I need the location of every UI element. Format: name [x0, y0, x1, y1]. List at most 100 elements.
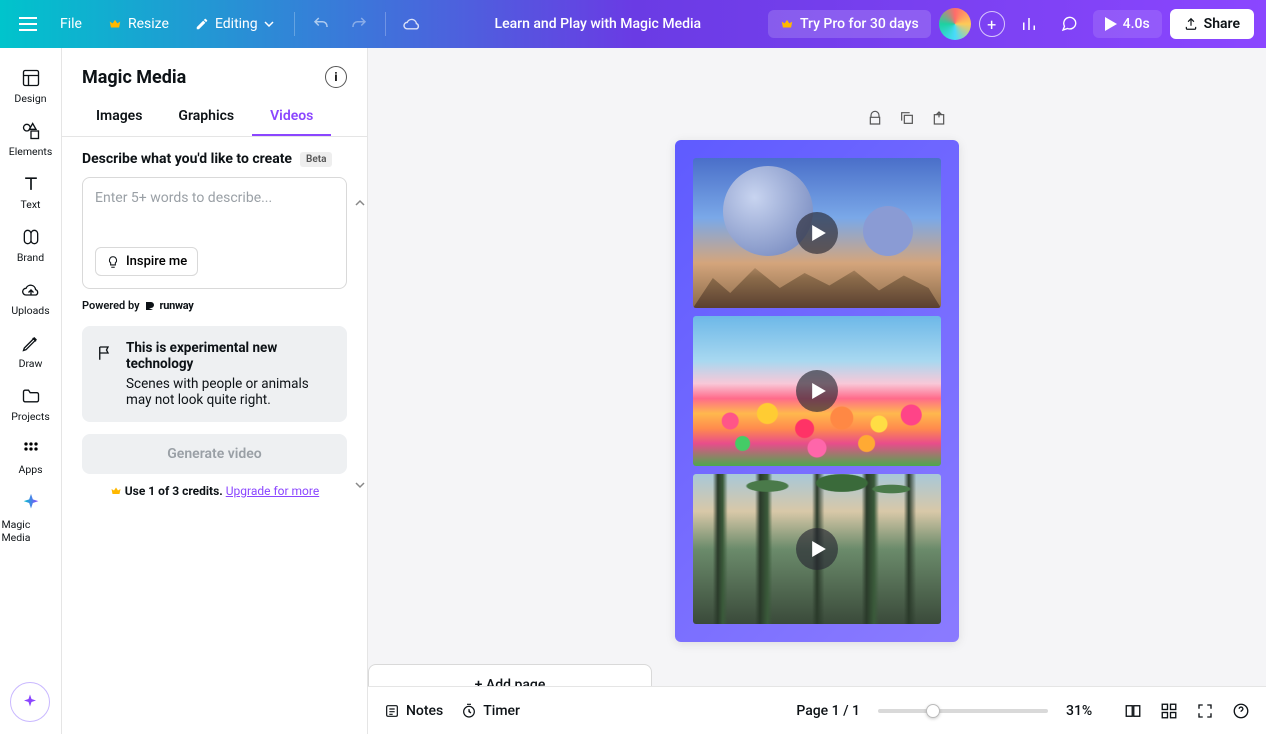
add-page-above-button[interactable] [931, 110, 947, 126]
runway-label: runway [160, 299, 194, 312]
zoom-slider[interactable] [878, 709, 1048, 713]
magic-assistant-button[interactable] [10, 682, 50, 722]
add-member-button[interactable]: + [979, 11, 1005, 37]
notes-button[interactable]: Notes [384, 703, 443, 719]
experimental-notice: This is experimental new technology Scen… [82, 326, 347, 422]
help-icon [1232, 702, 1250, 720]
powered-by: Powered by runway [82, 299, 347, 312]
play-overlay[interactable] [796, 212, 838, 254]
tab-videos[interactable]: Videos [252, 98, 331, 136]
scroll-down-icon[interactable] [355, 480, 365, 490]
rail-apps[interactable]: Apps [2, 431, 60, 484]
hamburger-icon [19, 17, 37, 31]
analytics-button[interactable] [1013, 8, 1045, 40]
crown-icon [110, 485, 122, 497]
sparkle-icon [20, 492, 42, 514]
share-button[interactable]: Share [1170, 9, 1254, 39]
cloud-sync-button[interactable] [396, 8, 428, 40]
editing-label: Editing [215, 16, 258, 32]
prompt-container: Inspire me [82, 177, 347, 289]
crown-icon [780, 17, 794, 31]
scroll-up-icon[interactable] [355, 198, 365, 208]
main-menu-button[interactable] [12, 8, 44, 40]
video-thumbnail-1[interactable] [693, 158, 941, 308]
zoom-slider-thumb[interactable] [926, 704, 940, 718]
user-avatar[interactable] [939, 8, 971, 40]
panel-tabs: Images Graphics Videos [62, 98, 367, 137]
flag-icon [96, 344, 114, 362]
fullscreen-button[interactable] [1196, 702, 1214, 720]
tab-graphics[interactable]: Graphics [160, 98, 252, 136]
bottom-bar-left: Notes Timer [384, 703, 520, 719]
page-indicator[interactable]: Page 1 / 1 [796, 703, 860, 719]
timer-icon [461, 703, 477, 719]
video-thumbnail-3[interactable] [693, 474, 941, 624]
pages-icon [1124, 702, 1142, 720]
redo-icon [350, 15, 368, 33]
panel-body: Describe what you'd like to create Beta … [62, 137, 367, 734]
rail-projects[interactable]: Projects [2, 378, 60, 431]
notes-icon [384, 703, 400, 719]
editing-mode-button[interactable]: Editing [185, 10, 284, 38]
share-label: Share [1204, 16, 1240, 32]
magic-media-panel: Magic Media i Images Graphics Videos Des… [62, 48, 368, 734]
grid-view-button[interactable] [1124, 702, 1142, 720]
cloud-upload-icon [21, 280, 41, 300]
video-thumbnail-2[interactable] [693, 316, 941, 466]
page-toolbar [675, 100, 959, 136]
grid-icon [21, 439, 41, 459]
notice-body: Scenes with people or animals may not lo… [126, 376, 333, 408]
upgrade-link[interactable]: Upgrade for more [226, 484, 319, 498]
rail-elements[interactable]: Elements [2, 113, 60, 166]
brand-icon [21, 227, 41, 247]
topbar-left: File Resize Editing [12, 8, 428, 40]
generate-video-button[interactable]: Generate video [82, 434, 347, 474]
describe-label: Describe what you'd like to create Beta [82, 151, 347, 167]
tab-images[interactable]: Images [78, 98, 160, 136]
preview-play-button[interactable]: 4.0s [1093, 10, 1162, 38]
pencil-icon [195, 17, 209, 31]
play-icon [1105, 17, 1117, 31]
rail-design[interactable]: Design [2, 60, 60, 113]
rail-brand-label: Brand [17, 251, 44, 264]
prompt-input[interactable] [95, 190, 334, 222]
panel-title: Magic Media [82, 67, 186, 88]
main-area: Design Elements Text Brand Uploads Draw … [0, 48, 1266, 734]
canvas-scroll[interactable]: + Add page [368, 48, 1266, 686]
undo-button[interactable] [305, 8, 337, 40]
comment-button[interactable] [1053, 8, 1085, 40]
inspire-me-button[interactable]: Inspire me [95, 247, 198, 276]
fullscreen-icon [1196, 702, 1214, 720]
redo-button[interactable] [343, 8, 375, 40]
comment-icon [1060, 15, 1078, 33]
play-overlay[interactable] [796, 370, 838, 412]
project-title[interactable]: Learn and Play with Magic Media [428, 16, 768, 32]
describe-text: Describe what you'd like to create [82, 151, 292, 167]
help-button[interactable] [1232, 702, 1250, 720]
shapes-icon [21, 121, 41, 141]
rail-design-label: Design [14, 92, 46, 105]
rail-brand[interactable]: Brand [2, 219, 60, 272]
try-pro-button[interactable]: Try Pro for 30 days [768, 10, 931, 38]
design-page[interactable] [675, 140, 959, 642]
duplicate-page-button[interactable] [899, 110, 915, 126]
undo-icon [312, 15, 330, 33]
panel-header: Magic Media i [62, 48, 367, 98]
rail-magic-media[interactable]: Magic Media [2, 484, 60, 552]
info-button[interactable]: i [325, 66, 347, 88]
rail-text[interactable]: Text [2, 166, 60, 219]
runway-logo-icon [144, 300, 156, 312]
canvas-area: + Add page Notes Timer Page 1 / 1 31% [368, 48, 1266, 734]
rail-uploads[interactable]: Uploads [2, 272, 60, 325]
file-menu[interactable]: File [50, 10, 92, 38]
timer-button[interactable]: Timer [461, 703, 520, 719]
layout-icon [21, 68, 41, 88]
lock-page-button[interactable] [867, 110, 883, 126]
resize-button[interactable]: Resize [98, 10, 179, 38]
thumbnail-view-button[interactable] [1160, 702, 1178, 720]
zoom-percent[interactable]: 31% [1066, 703, 1106, 719]
add-page-button[interactable]: + Add page [368, 664, 652, 686]
play-overlay[interactable] [796, 528, 838, 570]
rail-draw[interactable]: Draw [2, 325, 60, 378]
play-icon [812, 541, 826, 557]
